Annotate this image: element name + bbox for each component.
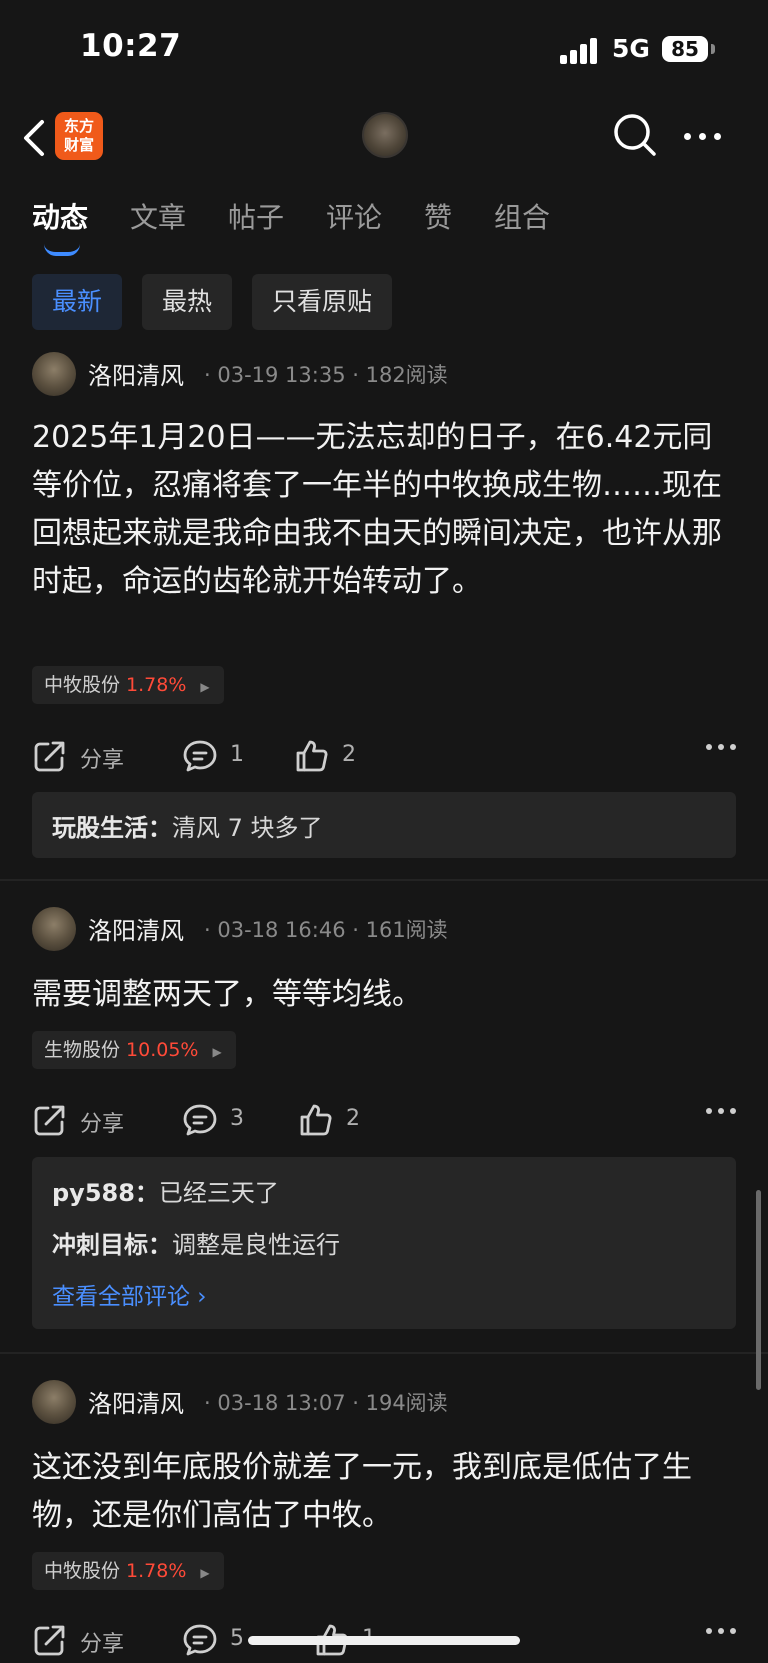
play-arrow-icon: ▶ <box>200 1566 210 1580</box>
author-name[interactable]: 洛阳清风 <box>88 1384 184 1419</box>
share-button[interactable]: 分享 <box>32 1620 132 1660</box>
page: 10:27 5G 85 东方 财富 动态 文章 帖子 评论 赞 组合 最新 最热… <box>0 0 768 1663</box>
comment-preview[interactable]: py588：已经三天了 冲刺目标：调整是良性运行 查看全部评论 › <box>32 1157 736 1329</box>
view-all-comments-link[interactable]: 查看全部评论 › <box>52 1277 207 1311</box>
tab-dynamic[interactable]: 动态 <box>32 196 88 236</box>
filter-original-only[interactable]: 只看原贴 <box>252 274 393 330</box>
post-meta: · 03-18 16:46 · 161阅读 <box>204 918 448 942</box>
avatar[interactable] <box>32 352 76 396</box>
status-bar: 10:27 5G 85 <box>0 0 768 100</box>
filter-latest[interactable]: 最新 <box>32 274 123 330</box>
comment-user[interactable]: 玩股生活： <box>52 814 172 842</box>
thumbs-up-icon <box>300 1104 332 1136</box>
stock-name: 中牧股份 <box>44 674 121 696</box>
post-meta: · 03-19 13:35 · 182阅读 <box>204 363 448 387</box>
signal-icon <box>560 36 600 64</box>
comment-button[interactable]: 5 <box>182 1620 252 1660</box>
status-time: 10:27 <box>80 28 182 64</box>
share-label: 分享 <box>80 1632 125 1657</box>
stock-tag[interactable]: 生物股份 10.05% ▶ <box>32 1031 236 1069</box>
comment-button[interactable]: 1 <box>182 736 252 776</box>
more-options-icon[interactable] <box>706 1628 738 1636</box>
post-divider <box>0 879 768 881</box>
search-icon[interactable] <box>612 112 658 158</box>
post-actions: 分享 1 2 <box>32 736 738 776</box>
stock-tag[interactable]: 中牧股份 1.78% ▶ <box>32 1552 224 1590</box>
app-logo[interactable]: 东方 财富 <box>55 112 103 160</box>
comment-user[interactable]: py588： <box>52 1179 159 1207</box>
share-button[interactable]: 分享 <box>32 736 132 776</box>
tab-articles[interactable]: 文章 <box>130 196 186 236</box>
battery-tip <box>711 44 715 54</box>
comment-user[interactable]: 冲刺目标： <box>52 1231 172 1259</box>
stock-change: 1.78% <box>126 674 187 696</box>
share-label: 分享 <box>80 1112 125 1137</box>
comment-icon <box>183 1624 217 1656</box>
author-name[interactable]: 洛阳清风 <box>88 911 184 946</box>
post-text[interactable]: 2025年1月20日——无法忘却的日子，在6.42元同等价位，忍痛将套了一年半的… <box>32 414 738 606</box>
home-indicator[interactable] <box>248 1636 520 1645</box>
avatar[interactable] <box>32 907 76 951</box>
author-name[interactable]: 洛阳清风 <box>88 356 184 391</box>
more-options-icon[interactable] <box>706 1108 738 1116</box>
comment-count: 1 <box>230 742 244 767</box>
filter-hot[interactable]: 最热 <box>142 274 233 330</box>
tab-bar: 动态 文章 帖子 评论 赞 组合 <box>0 196 768 250</box>
play-arrow-icon: ▶ <box>212 1045 222 1059</box>
thumbs-up-icon <box>296 740 328 772</box>
share-button[interactable]: 分享 <box>32 1100 132 1140</box>
stock-name: 生物股份 <box>44 1039 121 1061</box>
comment-icon <box>183 1104 217 1136</box>
tab-likes[interactable]: 赞 <box>424 196 452 236</box>
tab-comments[interactable]: 评论 <box>326 196 382 236</box>
comment-text: 已经三天了 <box>158 1179 279 1207</box>
logo-text: 东方 财富 <box>63 117 94 154</box>
nav-bar: 东方 财富 <box>0 100 768 176</box>
avatar[interactable] <box>32 1380 76 1424</box>
tab-posts[interactable]: 帖子 <box>228 196 284 236</box>
share-icon <box>34 1105 65 1136</box>
post-text[interactable]: 这还没到年底股价就差了一元，我到底是低估了生物，还是你们高估了中牧。 <box>32 1444 738 1540</box>
post-actions: 分享 3 2 <box>32 1100 738 1140</box>
tab-portfolio[interactable]: 组合 <box>494 196 550 236</box>
comment-count: 3 <box>230 1106 244 1131</box>
share-icon <box>34 1625 65 1656</box>
post-meta: · 03-18 13:07 · 194阅读 <box>204 1391 448 1415</box>
stock-change: 1.78% <box>126 1560 187 1582</box>
like-button[interactable]: 2 <box>294 736 364 776</box>
comment-row: 玩股生活：清风 7 块多了 <box>52 808 323 843</box>
active-tab-indicator <box>44 244 80 256</box>
post-divider <box>0 1352 768 1354</box>
comment-button[interactable]: 3 <box>182 1100 252 1140</box>
share-icon <box>34 741 65 772</box>
comment-count: 5 <box>230 1626 244 1651</box>
network-label: 5G <box>612 34 650 63</box>
more-icon[interactable] <box>684 133 724 143</box>
comment-text: 调整是良性运行 <box>172 1231 340 1259</box>
comment-icon <box>183 740 217 772</box>
more-options-icon[interactable] <box>706 744 738 752</box>
stock-tag[interactable]: 中牧股份 1.78% ▶ <box>32 666 224 704</box>
comment-row: 冲刺目标：调整是良性运行 <box>52 1225 340 1260</box>
like-count: 2 <box>342 742 356 767</box>
stock-name: 中牧股份 <box>44 1560 121 1582</box>
scrollbar[interactable] <box>756 1190 761 1390</box>
like-count: 2 <box>346 1106 360 1131</box>
like-button[interactable]: 2 <box>298 1100 368 1140</box>
play-arrow-icon: ▶ <box>200 680 210 694</box>
comment-row: py588：已经三天了 <box>52 1173 279 1208</box>
share-label: 分享 <box>80 748 125 773</box>
post-text[interactable]: 需要调整两天了，等等均线。 <box>32 971 738 1019</box>
comment-text: 清风 7 块多了 <box>172 814 323 842</box>
stock-change: 10.05% <box>126 1039 199 1061</box>
profile-avatar[interactable] <box>362 112 408 158</box>
comment-preview[interactable]: 玩股生活：清风 7 块多了 <box>32 792 736 858</box>
battery-icon: 85 <box>662 36 708 62</box>
back-icon[interactable] <box>14 114 54 162</box>
